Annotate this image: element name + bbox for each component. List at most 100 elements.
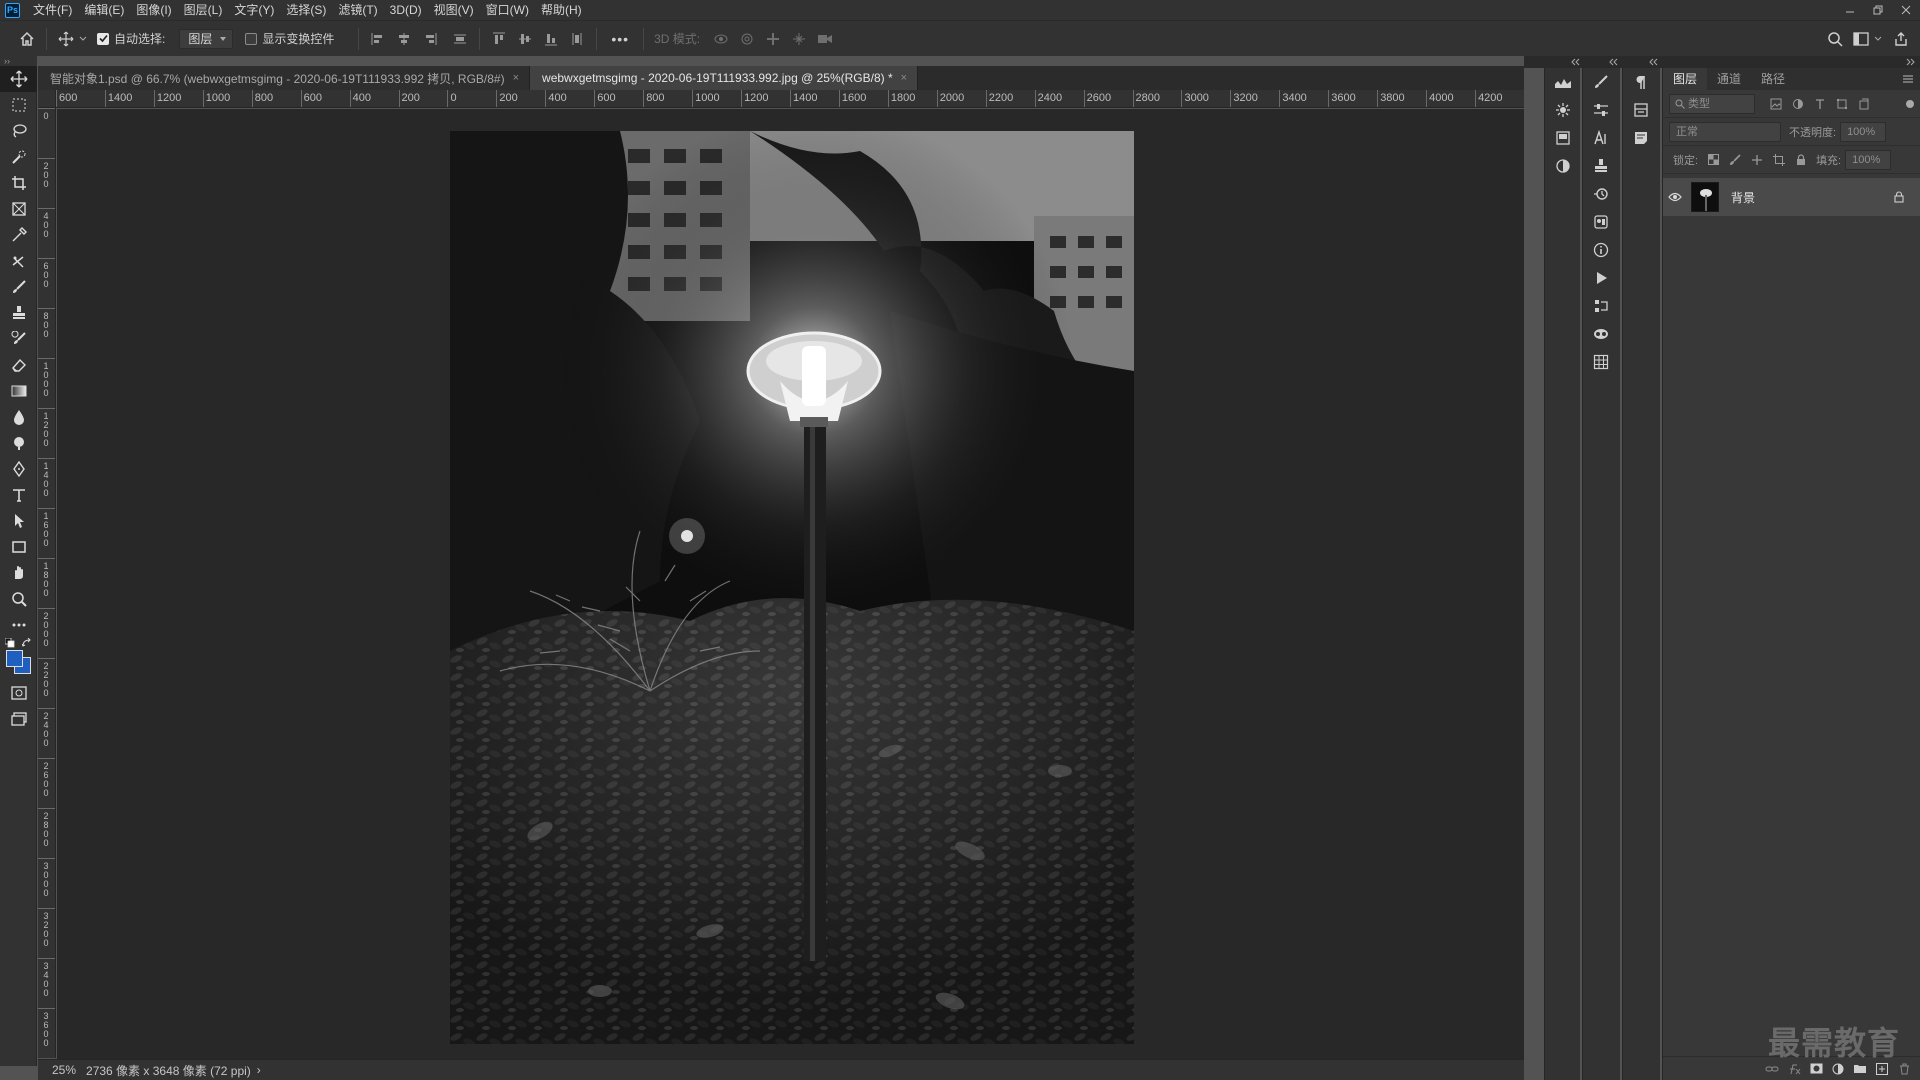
distribute-button[interactable] bbox=[447, 26, 473, 52]
rectangle-tool[interactable] bbox=[0, 534, 37, 560]
lock-transparent-button[interactable] bbox=[1702, 150, 1724, 170]
libraries-panel-button[interactable] bbox=[1545, 124, 1581, 152]
3d-slide-button[interactable] bbox=[786, 26, 812, 52]
gradient-tool[interactable] bbox=[0, 378, 37, 404]
close-window-button[interactable] bbox=[1892, 0, 1920, 20]
lock-position-button[interactable] bbox=[1746, 150, 1768, 170]
brush-settings-button[interactable] bbox=[1583, 68, 1619, 96]
brush-tool[interactable] bbox=[0, 274, 37, 300]
3d-scale-button[interactable] bbox=[812, 26, 838, 52]
menu-layer[interactable]: 图层(L) bbox=[178, 0, 229, 20]
menu-3d[interactable]: 3D(D) bbox=[384, 0, 428, 20]
tab-layers[interactable]: 图层 bbox=[1663, 68, 1708, 90]
eraser-tool[interactable] bbox=[0, 352, 37, 378]
info-panel-button[interactable] bbox=[1583, 236, 1619, 264]
3d-roll-button[interactable] bbox=[734, 26, 760, 52]
clone-stamp-tool[interactable] bbox=[0, 300, 37, 326]
menu-type[interactable]: 文字(Y) bbox=[228, 0, 280, 20]
restore-button[interactable] bbox=[1864, 0, 1892, 20]
spot-healing-tool[interactable] bbox=[0, 248, 37, 274]
actions-panel-button[interactable] bbox=[1583, 264, 1619, 292]
properties-panel-button[interactable] bbox=[1623, 96, 1659, 124]
menu-file[interactable]: 文件(F) bbox=[27, 0, 78, 20]
adjustments-panel-button[interactable] bbox=[1545, 152, 1581, 180]
history-panel-button[interactable] bbox=[1583, 180, 1619, 208]
align-top-button[interactable] bbox=[486, 26, 512, 52]
brush-presets-button[interactable] bbox=[1583, 96, 1619, 124]
align-bottom-button[interactable] bbox=[538, 26, 564, 52]
paths-quick-button[interactable] bbox=[1583, 292, 1619, 320]
lasso-tool[interactable] bbox=[0, 118, 37, 144]
hand-tool[interactable] bbox=[0, 560, 37, 586]
minimize-button[interactable] bbox=[1836, 0, 1864, 20]
search-button[interactable] bbox=[1822, 26, 1848, 52]
blur-tool[interactable] bbox=[0, 404, 37, 430]
collapse-arrows-icon[interactable] bbox=[1570, 58, 1580, 66]
color-panel-button[interactable] bbox=[1583, 208, 1619, 236]
distribute-vertical-button[interactable] bbox=[564, 26, 590, 52]
layer-kind-filter[interactable]: 类型 bbox=[1669, 93, 1755, 114]
toolbar-collapse[interactable]: ›› bbox=[0, 56, 37, 66]
workspace-button[interactable] bbox=[1848, 26, 1874, 52]
character-panel-button[interactable] bbox=[1583, 124, 1619, 152]
chevron-down-icon[interactable] bbox=[79, 35, 87, 43]
crop-tool[interactable] bbox=[0, 170, 37, 196]
dodge-tool[interactable] bbox=[0, 430, 37, 456]
filter-adjustment-button[interactable] bbox=[1787, 94, 1809, 114]
align-vcenter-button[interactable] bbox=[512, 26, 538, 52]
3d-pan-button[interactable] bbox=[760, 26, 786, 52]
swap-colors-icon[interactable] bbox=[22, 638, 32, 648]
align-hcenter-button[interactable] bbox=[391, 26, 417, 52]
navigator-panel-button[interactable] bbox=[1545, 96, 1581, 124]
tab-paths[interactable]: 路径 bbox=[1751, 68, 1795, 90]
lock-pixels-button[interactable] bbox=[1724, 150, 1746, 170]
layer-row-background[interactable]: 背景 bbox=[1663, 178, 1920, 216]
align-left-button[interactable] bbox=[365, 26, 391, 52]
menu-edit[interactable]: 编辑(E) bbox=[78, 0, 130, 20]
collapse-arrows-icon[interactable] bbox=[1648, 58, 1658, 66]
eyedropper-tool[interactable] bbox=[0, 222, 37, 248]
layer-name[interactable]: 背景 bbox=[1731, 189, 1755, 206]
collapse-arrows-icon[interactable] bbox=[1608, 58, 1618, 66]
collapse-arrows-icon[interactable] bbox=[1906, 58, 1916, 66]
zoom-tool[interactable] bbox=[0, 586, 37, 612]
panel-menu-icon[interactable] bbox=[1902, 74, 1914, 84]
auto-select-target-dropdown[interactable]: 图层 bbox=[179, 28, 234, 49]
filter-toggle-button[interactable] bbox=[1906, 99, 1914, 108]
vertical-ruler[interactable]: 0 200 400 600 800 1000 1200 1400 1600 1800 2000 220… bbox=[38, 108, 56, 1058]
status-menu-arrow[interactable]: › bbox=[257, 1063, 261, 1077]
ruler-origin[interactable] bbox=[38, 90, 56, 108]
opacity-input[interactable]: 100% bbox=[1840, 121, 1887, 142]
filter-type-button[interactable] bbox=[1809, 94, 1831, 114]
move-tool[interactable] bbox=[0, 66, 37, 92]
pen-tool[interactable] bbox=[0, 456, 37, 482]
zoom-level[interactable]: 25% bbox=[52, 1063, 76, 1077]
lock-artboard-button[interactable] bbox=[1768, 150, 1790, 170]
quick-mask-button[interactable] bbox=[0, 680, 37, 706]
marquee-tool[interactable] bbox=[0, 92, 37, 118]
menu-help[interactable]: 帮助(H) bbox=[535, 0, 588, 20]
path-selection-tool[interactable] bbox=[0, 508, 37, 534]
close-tab-icon[interactable]: × bbox=[901, 72, 907, 84]
document-image[interactable] bbox=[450, 131, 1134, 1044]
clone-source-button[interactable] bbox=[1583, 152, 1619, 180]
filter-shape-button[interactable] bbox=[1831, 94, 1853, 114]
frame-tool[interactable] bbox=[0, 196, 37, 222]
more-options-button[interactable]: ••• bbox=[611, 31, 629, 47]
horizontal-ruler[interactable]: 600 1400 1200 1000 800 600 400 200 0 200 400 600 800… bbox=[56, 90, 1524, 108]
filter-pixel-button[interactable] bbox=[1765, 94, 1787, 114]
swatches-panel-button[interactable] bbox=[1583, 348, 1619, 376]
lock-all-button[interactable] bbox=[1790, 150, 1812, 170]
move-tool-preset-button[interactable] bbox=[53, 26, 79, 52]
menu-image[interactable]: 图像(I) bbox=[130, 0, 177, 20]
menu-view[interactable]: 视图(V) bbox=[428, 0, 480, 20]
screen-mode-button[interactable] bbox=[0, 706, 37, 732]
foreground-color-swatch[interactable] bbox=[6, 650, 23, 667]
layer-visibility-toggle[interactable] bbox=[1663, 192, 1687, 202]
histogram-panel-button[interactable] bbox=[1545, 68, 1581, 96]
align-right-button[interactable] bbox=[417, 26, 443, 52]
menu-window[interactable]: 窗口(W) bbox=[480, 0, 535, 20]
tab-smart-object-psd[interactable]: 智能对象1.psd @ 66.7% (webwxgetmsgimg - 2020… bbox=[38, 66, 531, 90]
type-tool[interactable] bbox=[0, 482, 37, 508]
edit-toolbar-button[interactable] bbox=[0, 612, 37, 638]
